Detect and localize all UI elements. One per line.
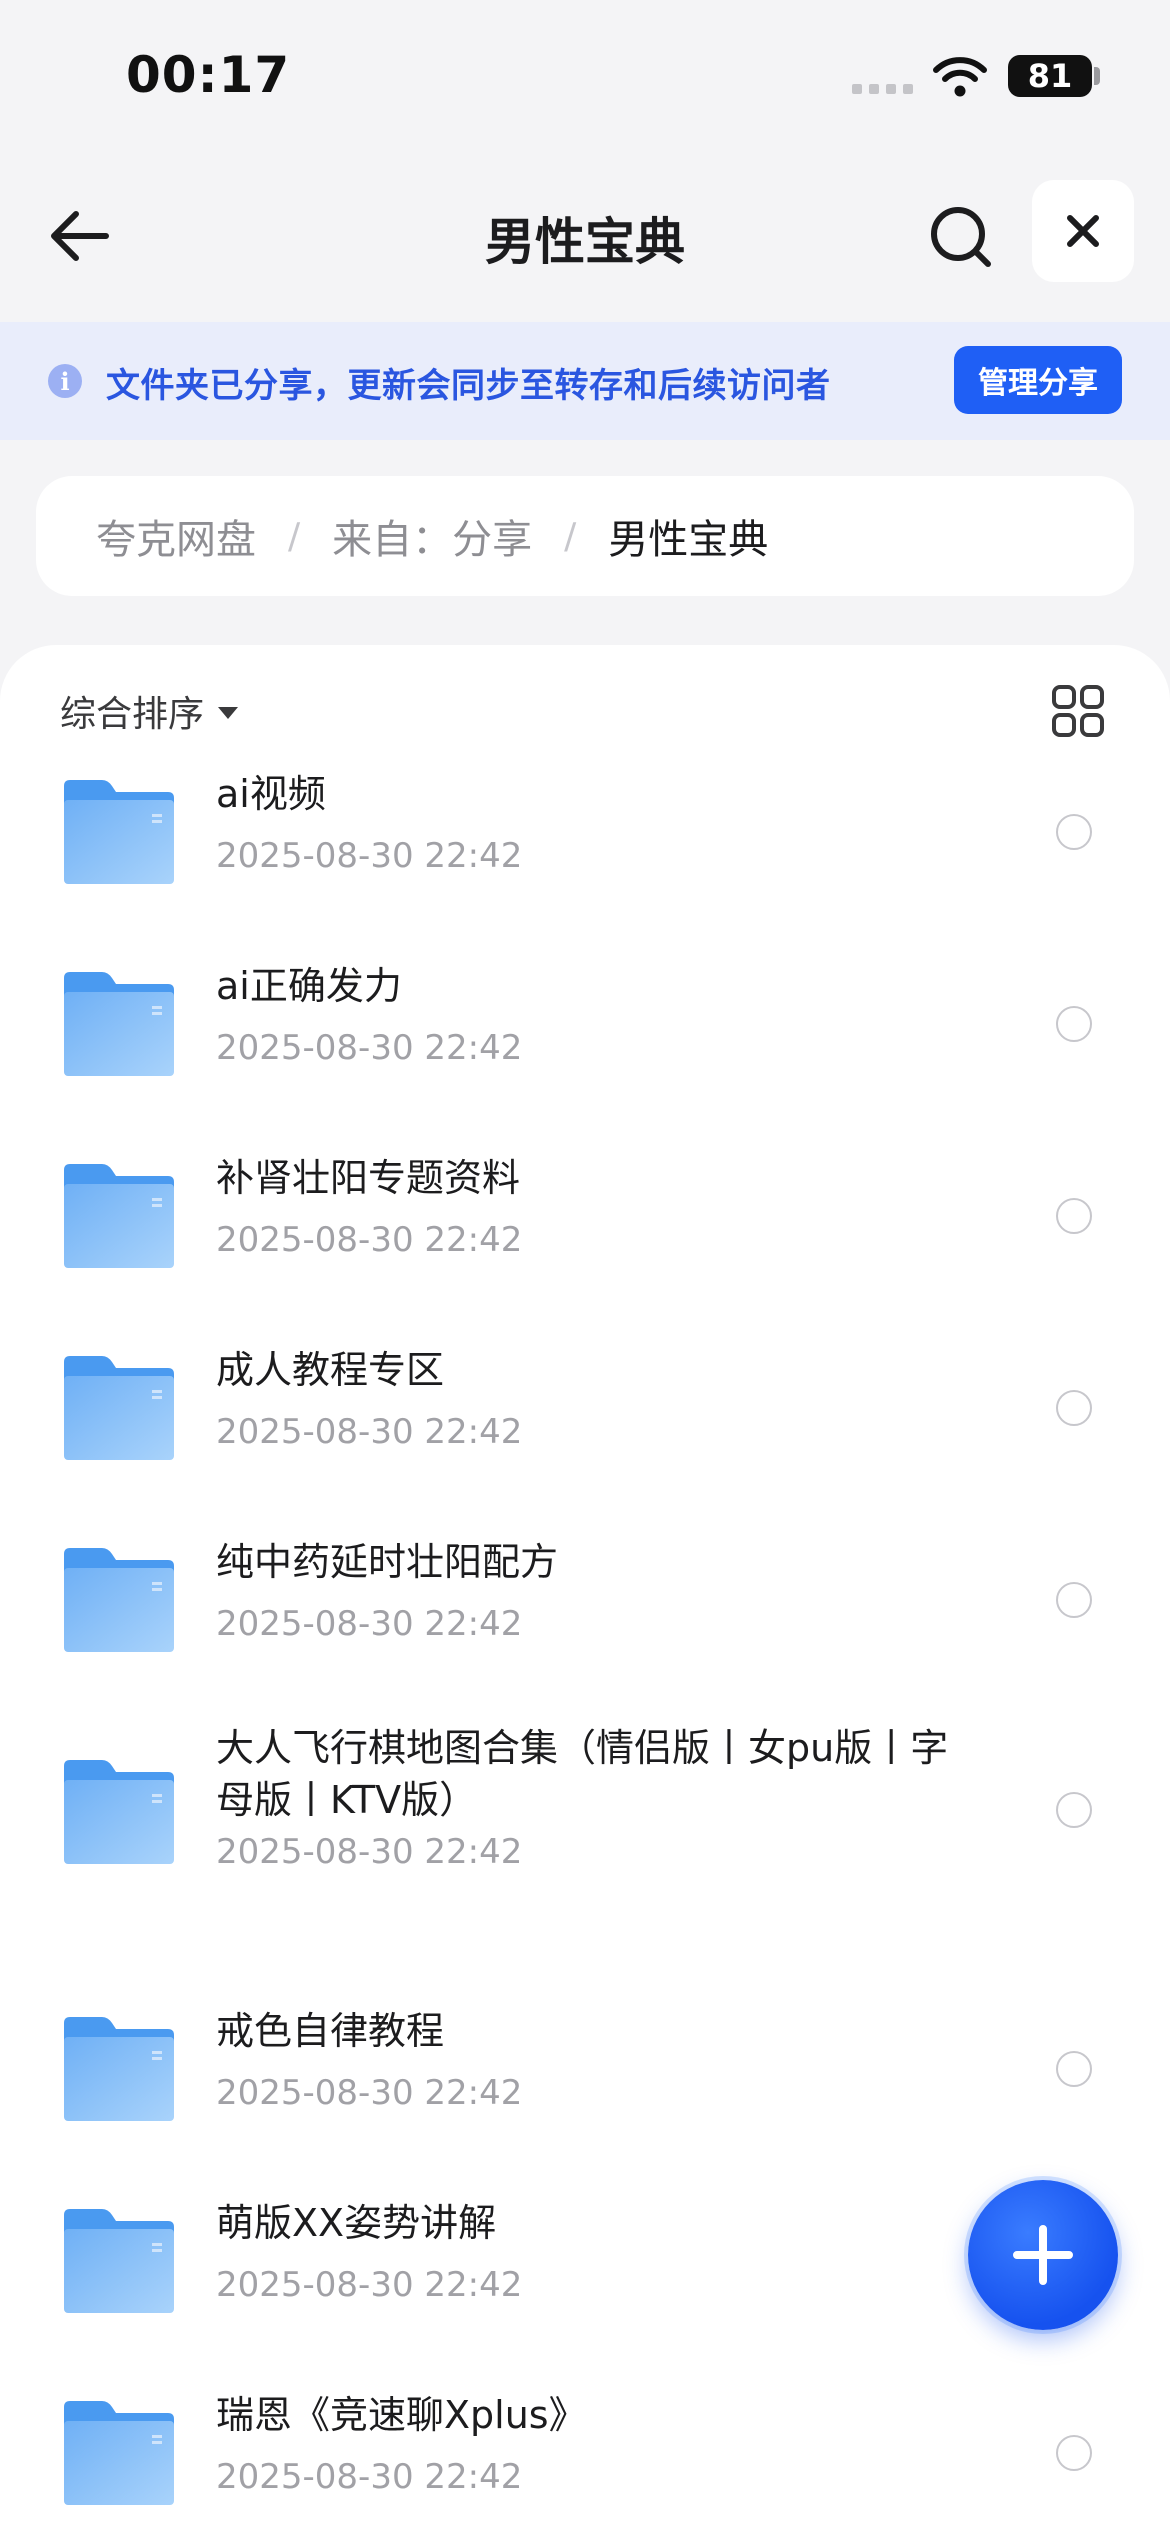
folder-icon [64,972,174,1076]
add-button[interactable] [968,2180,1118,2330]
wifi-icon [933,57,987,97]
grid-view-icon[interactable] [1050,683,1106,739]
breadcrumb-item-quark-drive[interactable]: 夸克网盘 [96,507,256,565]
file-name: ai视频 [216,772,326,816]
folder-icon [64,1356,174,1460]
file-list-item[interactable]: ai正确发力 2025-08-30 22:42 [0,964,1170,1152]
breadcrumb: 夸克网盘 / 来自：分享 / 男性宝典 [36,476,1134,596]
file-date: 2025-08-30 22:42 [216,1604,523,1644]
plus-icon [1013,2225,1073,2285]
nav-bar: 男性宝典 [0,150,1170,320]
file-date: 2025-08-30 22:42 [216,1412,523,1452]
select-radio[interactable] [1056,1792,1092,1828]
manage-share-button[interactable]: 管理分享 [954,346,1122,414]
search-icon [931,207,991,267]
folder-icon [64,780,174,884]
file-name: ai正确发力 [216,964,402,1008]
file-list-item[interactable]: 补肾壮阳专题资料 2025-08-30 22:42 [0,1156,1170,1344]
folder-icon [64,1760,174,1864]
folder-icon [64,2401,174,2505]
file-date: 2025-08-30 22:42 [216,1028,523,1068]
select-radio[interactable] [1056,1006,1092,1042]
file-list-item[interactable]: ai视频 2025-08-30 22:42 [0,772,1170,960]
folder-icon [64,2017,174,2121]
file-date: 2025-08-30 22:42 [216,1220,523,1260]
battery-icon: 81 [1008,55,1092,97]
breadcrumb-current: 男性宝典 [608,517,769,563]
breadcrumb-separator: / [564,515,577,557]
battery-tip [1094,67,1100,85]
file-name: 大人飞行棋地图合集（情侣版丨女pu版丨字母版丨KTV版） [216,1726,949,1822]
file-date: 2025-08-30 22:42 [216,836,523,876]
file-name: 瑞恩《竞速聊Xplus》 [216,2393,587,2437]
breadcrumb-separator: / [288,515,301,557]
file-list-item[interactable]: 大人飞行棋地图合集（情侣版丨女pu版丨字母版丨KTV版） 2025-08-30 … [0,1726,1170,1920]
select-radio[interactable] [1056,814,1092,850]
select-radio[interactable] [1056,2435,1092,2471]
file-name: 纯中药延时壮阳配方 [216,1540,559,1584]
file-date: 2025-08-30 22:42 [216,2265,523,2305]
status-time: 00:17 [126,46,291,104]
app-screen: 00:17 81 男性宝典 i 文件夹已分享，更新会同步至转存和后续访问者 管理… [0,0,1170,2532]
file-list-item[interactable]: 成人教程专区 2025-08-30 22:42 [0,1348,1170,1536]
close-button[interactable] [1032,180,1134,282]
info-icon: i [48,364,82,398]
select-radio[interactable] [1056,2051,1092,2087]
file-name: 成人教程专区 [216,1348,445,1392]
file-name: 补肾壮阳专题资料 [216,1156,521,1200]
file-list-item[interactable]: 瑞恩《竞速聊Xplus》 2025-08-30 22:42 [0,2393,1170,2532]
file-date: 2025-08-30 22:42 [216,2073,523,2113]
file-date: 2025-08-30 22:42 [216,1832,523,1872]
file-list-item[interactable]: 纯中药延时壮阳配方 2025-08-30 22:42 [0,1540,1170,1728]
file-date: 2025-08-30 22:42 [216,2457,523,2497]
sort-dropdown[interactable]: 综合排序 [60,685,239,737]
folder-icon [64,2209,174,2313]
status-bar: 00:17 81 [0,0,1170,150]
select-radio[interactable] [1056,1198,1092,1234]
breadcrumb-item-from-share[interactable]: 来自：分享 [332,507,532,565]
folder-icon [64,1548,174,1652]
sort-label: 综合排序 [60,694,205,735]
search-button[interactable] [922,198,998,274]
folder-icon [64,1164,174,1268]
select-radio[interactable] [1056,1390,1092,1426]
file-name: 戒色自律教程 [216,2009,445,2053]
file-name: 萌版XX姿势讲解 [216,2201,497,2245]
select-radio[interactable] [1056,1582,1092,1618]
close-icon [1067,215,1099,247]
share-notice-text: 文件夹已分享，更新会同步至转存和后续访问者 [106,366,831,406]
file-list-item[interactable]: 戒色自律教程 2025-08-30 22:42 [0,2009,1170,2197]
battery-level: 81 [1027,57,1073,95]
cellular-signal-icon [852,84,913,94]
share-notice-banner: i 文件夹已分享，更新会同步至转存和后续访问者 管理分享 [0,322,1170,440]
caret-down-icon [218,707,239,719]
